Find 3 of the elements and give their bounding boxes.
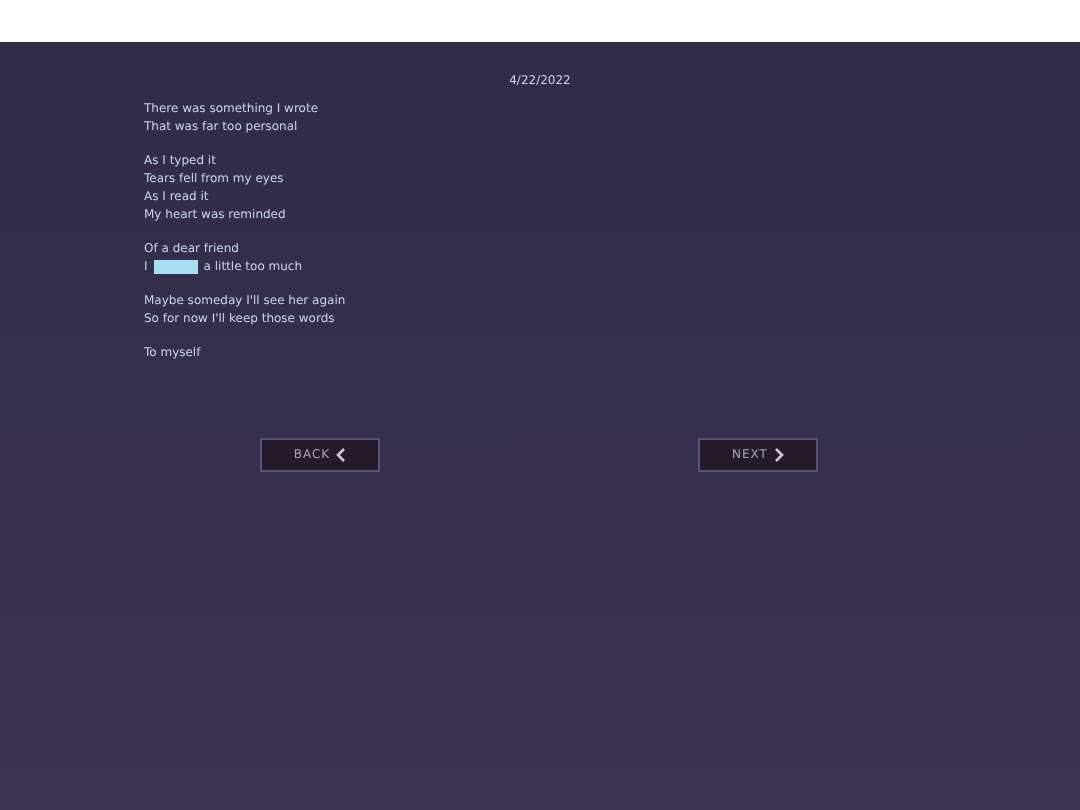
chevron-left-icon [336, 448, 347, 462]
chevron-right-icon [773, 448, 784, 462]
redacted-block [153, 260, 198, 274]
